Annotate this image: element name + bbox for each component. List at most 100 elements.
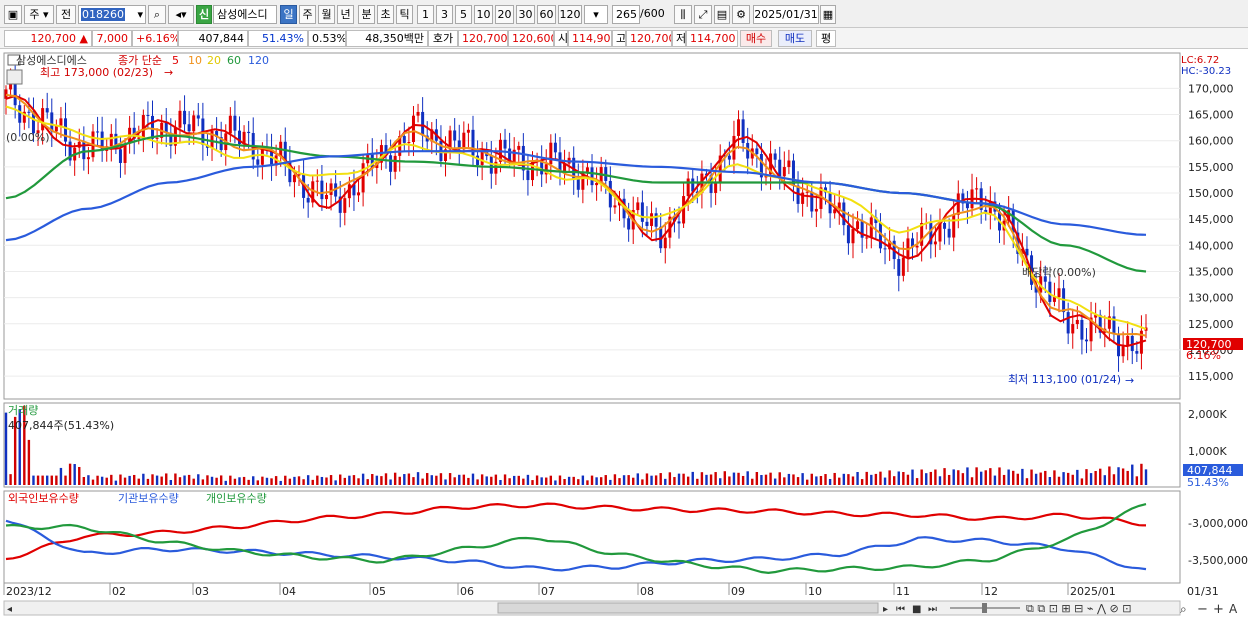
market-select[interactable]: 주 ▾ [24, 5, 54, 24]
candle-icon[interactable]: ⫼ [674, 5, 692, 24]
font-size-icon[interactable]: A [1229, 602, 1238, 616]
volume-bar [471, 473, 475, 485]
interval-30[interactable]: 30 [516, 5, 535, 24]
interval-60[interactable]: 60 [537, 5, 556, 24]
zoom-in-icon[interactable]: + [1213, 602, 1224, 617]
volume-bar [160, 476, 163, 485]
tab-tick[interactable]: 틱 [396, 5, 413, 24]
scrollbar-thumb[interactable] [497, 602, 879, 614]
count-input[interactable]: 265 [612, 5, 640, 24]
first-page-icon[interactable]: ⏮ [896, 604, 905, 615]
last-page-icon[interactable]: ⏭ [928, 604, 937, 615]
interval-5[interactable]: 5 [455, 5, 472, 24]
interval-20[interactable]: 20 [495, 5, 514, 24]
candle-body [357, 192, 361, 196]
volume-bar [645, 473, 649, 485]
candle-body [178, 110, 182, 128]
chart-svg[interactable]: 삼성에스디에스 종가 단순 5 10 20 60 120 최고 173,000 … [0, 49, 1248, 621]
volume-bar [114, 480, 118, 485]
volume-bar [284, 475, 287, 485]
volume-bar [36, 475, 40, 485]
candle-body [787, 160, 791, 168]
holdings-panel[interactable] [3, 490, 1181, 584]
zoom-slider-handle[interactable] [982, 603, 987, 613]
candle-body [897, 259, 901, 276]
candle-body [741, 119, 745, 143]
volume-bar [380, 476, 383, 485]
volume-bar [128, 475, 131, 485]
volume-bar [334, 480, 337, 485]
volume-panel[interactable] [3, 402, 1181, 488]
volume-bar [174, 473, 177, 485]
volume-bar [751, 478, 754, 485]
tab-minute[interactable]: 분 [358, 5, 375, 24]
zoom-out-icon[interactable]: − [1197, 602, 1208, 617]
candle-body [915, 245, 919, 248]
volume-bar [1126, 470, 1129, 485]
draw-tool-icon[interactable]: ⤢ [694, 5, 712, 24]
save-icon[interactable]: ▤ [714, 5, 730, 24]
candle-body [361, 163, 365, 193]
scroll-left-icon[interactable]: ◂ [7, 604, 12, 615]
volume-bar [691, 471, 694, 485]
interval-1[interactable]: 1 [417, 5, 434, 24]
volume-bar [146, 478, 150, 485]
stock-code-input[interactable]: 018260 ▾ [78, 5, 146, 24]
volume-bar [499, 480, 502, 485]
volume-bar [1076, 469, 1079, 485]
volume-bar [792, 474, 795, 485]
tab-second[interactable]: 초 [377, 5, 394, 24]
interval-120[interactable]: 120 [558, 5, 582, 24]
avg-button[interactable]: 평 [816, 30, 836, 47]
calendar-icon[interactable]: ▦ [820, 5, 836, 24]
buy-button[interactable]: 매수 [740, 30, 772, 47]
volume-bar [1025, 478, 1029, 485]
stop-icon[interactable]: ■ [912, 604, 921, 615]
ma-60-label: 60 [227, 54, 241, 67]
date-input[interactable]: 2025/01/31 [753, 5, 819, 24]
grid-toggle-icon[interactable] [6, 69, 23, 85]
dropdown-arrow-icon[interactable]: ▾ [137, 6, 143, 23]
speaker-icon[interactable]: ◂▾ [168, 5, 194, 24]
volume-panel-label: 거래량 [8, 404, 38, 417]
tab-month[interactable]: 월 [318, 5, 335, 24]
tab-year[interactable]: 년 [337, 5, 354, 24]
candle-body [343, 198, 347, 213]
scroll-right-icon[interactable]: ▸ [883, 604, 888, 615]
gear-icon[interactable]: ⚙ [732, 5, 750, 24]
candle-body [947, 228, 951, 238]
candle-body [686, 178, 690, 197]
sell-button[interactable]: 매도 [778, 30, 812, 47]
candle-body [416, 111, 420, 116]
search-icon[interactable]: ⌕ [148, 5, 166, 24]
volume-bar [549, 475, 553, 485]
volume-bar [9, 474, 12, 485]
interval-dropdown[interactable]: ▾ [584, 5, 608, 24]
interval-3[interactable]: 3 [436, 5, 453, 24]
tab-day[interactable]: 일 [280, 5, 297, 24]
chart-icon[interactable]: ▣ [4, 5, 22, 24]
layout-icon[interactable]: ⧉ ⧉ ⊡ ⊞ ⊟ ⌁ ⋀ ⊘ ⊡ [1026, 602, 1131, 615]
volume-bar [641, 479, 644, 485]
volume-bar [1039, 472, 1042, 485]
candle-body [228, 115, 232, 134]
volume-bar [943, 468, 946, 485]
chart-area[interactable]: 삼성에스디에스 종가 단순 5 10 20 60 120 최고 173,000 … [0, 49, 1248, 621]
volume-bar [1094, 471, 1097, 485]
interval-10[interactable]: 10 [474, 5, 493, 24]
candle-body [1071, 324, 1075, 334]
volume-bar [915, 478, 919, 485]
volume-bar [490, 476, 493, 485]
stock-name-field[interactable]: 삼성에스디 [213, 5, 277, 24]
candle-body [141, 115, 145, 138]
volume-bar [320, 476, 324, 485]
zoom-icon[interactable]: ⌕ [1180, 602, 1187, 616]
volume-bar [494, 474, 498, 485]
tab-week[interactable]: 주 [299, 5, 316, 24]
volume-bar [787, 473, 791, 485]
volume-bar [165, 473, 168, 485]
volume-bar [847, 474, 850, 485]
prev-button[interactable]: 전 [56, 5, 76, 24]
volume-bar [183, 475, 186, 485]
volume-bar [773, 478, 777, 485]
